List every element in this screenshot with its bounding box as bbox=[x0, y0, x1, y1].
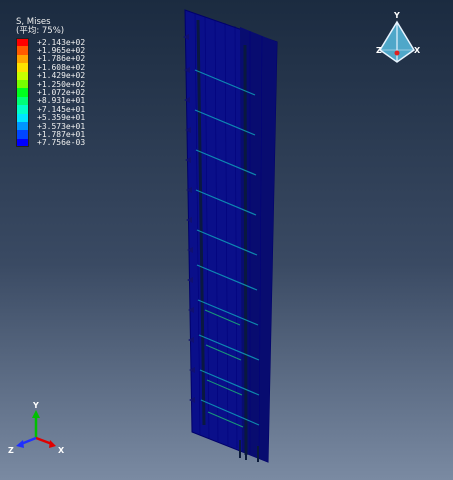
viewport[interactable]: Y Z X Y Z X bbox=[0, 0, 453, 480]
view-cube-center[interactable] bbox=[394, 50, 400, 56]
triad-z-label: Z bbox=[8, 446, 14, 455]
view-cube-x-label: X bbox=[414, 46, 421, 55]
triad-x-label: X bbox=[58, 446, 65, 455]
model-mesh[interactable] bbox=[183, 9, 278, 463]
triad-y-label: Y bbox=[32, 401, 39, 410]
view-cube-y-label: Y bbox=[393, 11, 400, 20]
view-cube[interactable]: Y Z X bbox=[376, 11, 421, 63]
view-cube-z-label: Z bbox=[376, 46, 382, 55]
coordinate-triad: Y Z X bbox=[8, 401, 65, 455]
